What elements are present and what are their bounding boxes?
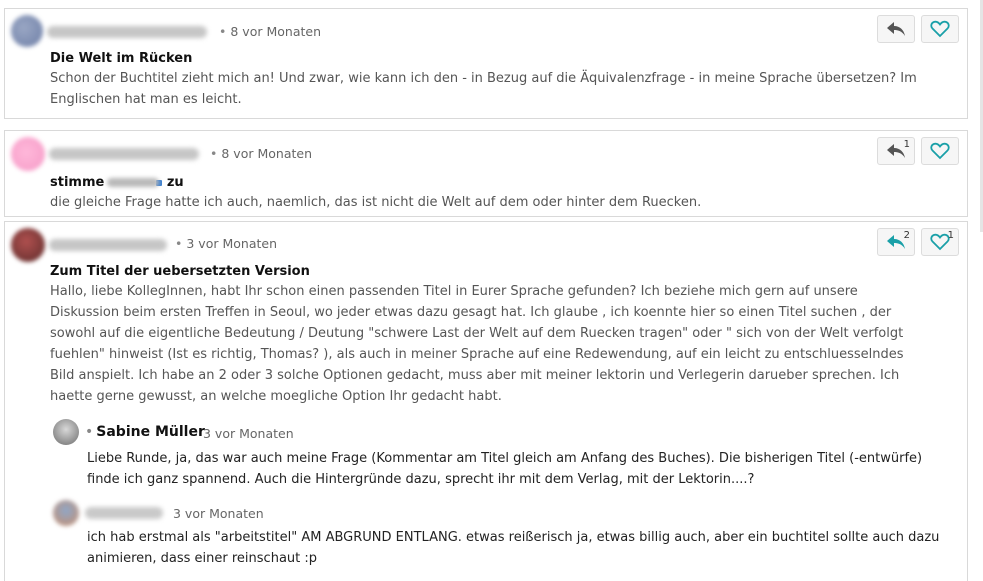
comment-body: Hallo, liebe KollegInnen, habt Ihr schon…: [50, 284, 904, 404]
avatar[interactable]: [53, 419, 79, 445]
author-name-blurred[interactable]: [49, 239, 167, 251]
reply-author-name[interactable]: • Sabine Müller: [85, 424, 205, 440]
avatar[interactable]: [11, 137, 45, 171]
reply-arrow-icon: [887, 22, 905, 36]
reply-count: 1: [903, 139, 910, 150]
avatar[interactable]: [11, 15, 43, 47]
reply-button[interactable]: 2: [877, 228, 915, 256]
reply-button[interactable]: 1: [877, 137, 915, 165]
comment-body: Schon der Buchtitel zieht mich an! Und z…: [50, 71, 917, 107]
reply-button[interactable]: [877, 15, 915, 43]
like-button[interactable]: [921, 137, 959, 165]
reply-body: ich hab erstmal als "arbeitstitel" AM AB…: [87, 530, 940, 566]
like-count: 1: [947, 230, 954, 241]
reply-count: 2: [903, 230, 910, 241]
comment-timestamp: • 3 vor Monaten: [175, 236, 277, 251]
title-prefix: stimme: [50, 175, 105, 190]
mentioned-name-blurred[interactable]: [107, 178, 160, 187]
reply-body: Liebe Runde, ja, das war auch meine Frag…: [87, 451, 923, 487]
heart-icon: [930, 142, 950, 160]
author-name-blurred[interactable]: [47, 26, 207, 38]
heart-icon: [930, 20, 950, 38]
comment-card: • 3 vor Monaten 2 1 Zum Titel der ueberse…: [4, 221, 968, 581]
reply-timestamp: 3 vor Monaten: [173, 506, 264, 521]
avatar[interactable]: [53, 500, 79, 526]
comment-timestamp: • 8 vor Monaten: [210, 146, 312, 161]
comment-title: stimme zu: [50, 175, 184, 190]
like-button[interactable]: [921, 15, 959, 43]
comment-timestamp: • 8 vor Monaten: [219, 24, 321, 39]
like-button[interactable]: 1: [921, 228, 959, 256]
bullet-dot: •: [85, 424, 94, 440]
avatar[interactable]: [11, 228, 45, 262]
reply-author-name-blurred[interactable]: [85, 507, 163, 519]
comment-card: • 8 vor Monaten Die Welt im Rücken Schon …: [4, 8, 968, 119]
comment-title: Die Welt im Rücken: [50, 51, 193, 66]
reply-timestamp: 3 vor Monaten: [203, 426, 294, 441]
author-name-blurred[interactable]: [49, 148, 199, 160]
title-suffix: zu: [166, 175, 184, 190]
comment-title: Zum Titel der uebersetzten Version: [50, 264, 310, 279]
comment-body: die gleiche Frage hatte ich auch, naemli…: [50, 195, 702, 210]
comment-card: • 8 vor Monaten 1 stimme zu die gleiche F…: [4, 130, 968, 217]
